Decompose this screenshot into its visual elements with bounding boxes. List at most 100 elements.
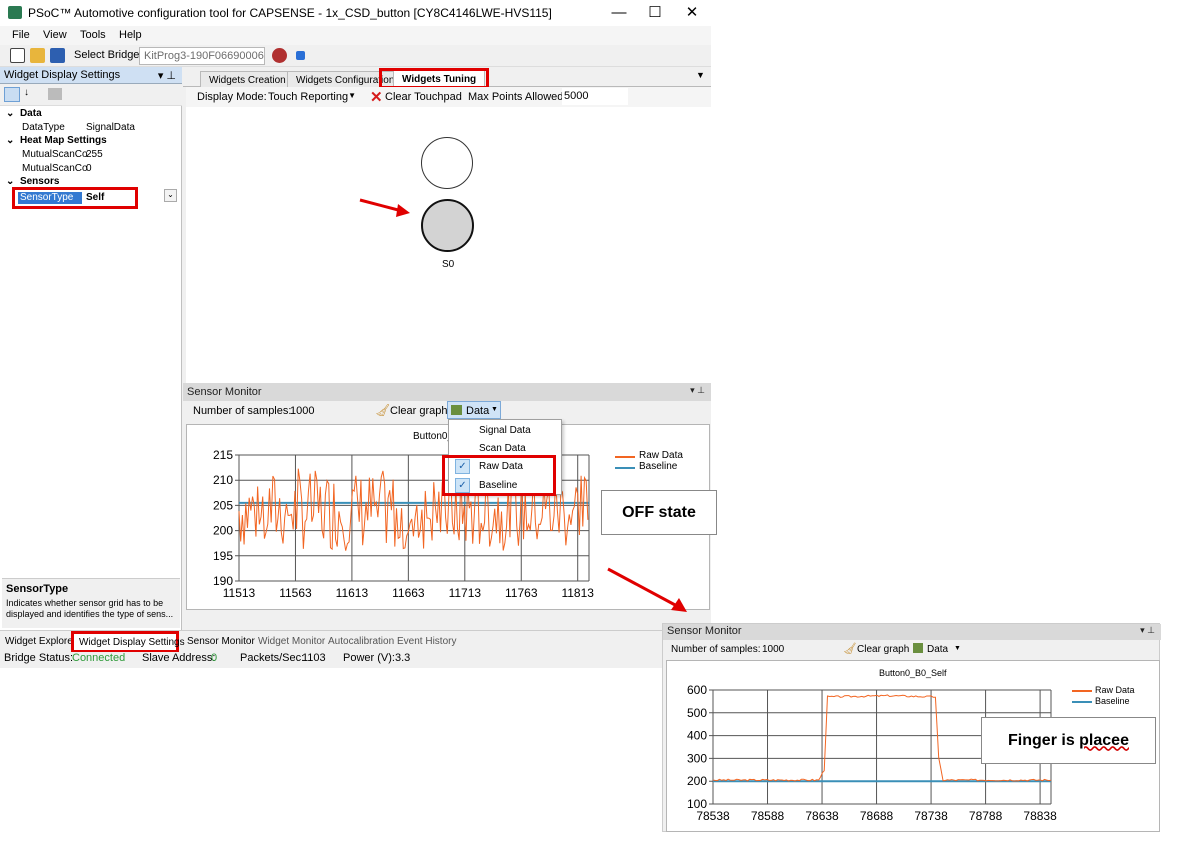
x-tick-label: 11663 — [392, 586, 425, 600]
x-tick-label: 78638 — [805, 809, 839, 823]
x-tick-label: 11813 — [561, 586, 594, 600]
bridge-select-value: KitProg3-190F066900062 — [144, 50, 265, 62]
panel-pin-icon[interactable]: ▾ ⊥ — [158, 69, 176, 82]
property-pages-icon[interactable] — [48, 88, 62, 100]
x-tick-label: 11763 — [505, 586, 538, 600]
clear-graph-button[interactable]: Clear graph — [857, 644, 909, 655]
off-state-callout: OFF state — [601, 490, 717, 535]
menu-bar: File View Tools Help — [0, 26, 711, 45]
x-tick-label: 78588 — [751, 809, 785, 823]
data-button-label: Data — [466, 405, 490, 417]
legend-raw-line — [1072, 690, 1092, 692]
chart-icon — [913, 643, 923, 653]
sensor-circle-outline — [421, 137, 473, 189]
broom-icon: 🧹︎ — [843, 643, 857, 655]
legend-raw-label: Raw Data — [639, 450, 683, 461]
samples-input[interactable]: 1000 — [762, 644, 784, 655]
menu-tools[interactable]: Tools — [80, 29, 106, 41]
samples-input[interactable]: 1000 — [290, 405, 314, 417]
samples-label: Number of samples: — [671, 644, 761, 655]
left-panel: Widget Display Settings ▾ ⊥ ↓ ⌄ Data Dat… — [0, 67, 182, 630]
clear-touchpad-button[interactable]: Clear Touchpad — [385, 91, 462, 103]
dropdown-arrow-icon[interactable]: ⌄ — [164, 189, 177, 202]
packets-value: 1103 — [302, 652, 326, 664]
category-sensors[interactable]: ⌄ Sensors — [6, 176, 59, 184]
dropdown-arrow-icon: ▼ — [348, 91, 356, 100]
x-tick-label: 11513 — [223, 586, 256, 600]
prop-value[interactable]: 255 — [86, 149, 103, 160]
x-tick-label: 78538 — [696, 809, 730, 823]
max-points-input[interactable]: 5000 — [562, 88, 628, 105]
y-tick-label: 195 — [213, 549, 233, 563]
stop-icon[interactable] — [296, 51, 305, 60]
display-mode-select[interactable]: Touch Reporting ▼ — [268, 88, 364, 105]
connect-icon[interactable] — [272, 48, 287, 63]
y-tick-label: 200 — [687, 774, 707, 788]
display-mode-value: Touch Reporting — [268, 91, 349, 103]
tab-widget-monitor[interactable]: Widget Monitor — [258, 636, 325, 647]
property-help: SensorType Indicates whether sensor grid… — [2, 578, 180, 628]
finger-placed-callout: Finger is placee — [981, 717, 1156, 764]
highlight-box — [442, 455, 556, 496]
clear-touchpad-icon: ✕ — [370, 89, 383, 106]
sensor-monitor-title: Sensor Monitor — [667, 625, 742, 637]
menu-help[interactable]: Help — [119, 29, 142, 41]
menu-view[interactable]: View — [43, 29, 67, 41]
prop-key: DataType — [22, 122, 65, 133]
maximize-button[interactable]: ☐ — [637, 2, 673, 24]
finger-callout-text: Finger is — [1008, 731, 1080, 749]
save-icon[interactable] — [50, 48, 65, 63]
tab-strip: Widgets Creation Widgets Configuration W… — [183, 67, 711, 89]
legend-raw-label: Raw Data — [1095, 685, 1135, 695]
open-folder-icon[interactable] — [30, 48, 45, 63]
prop-value[interactable]: 0 — [86, 163, 92, 174]
sensor-type-value[interactable]: Self — [86, 192, 104, 203]
tab-autocalibration[interactable]: Autocalibration — [328, 636, 394, 647]
menu-item-signal-data[interactable]: Signal Data — [449, 422, 561, 440]
legend-baseline-line — [1072, 701, 1092, 703]
dropdown-arrow-icon: ▼ — [491, 406, 498, 413]
x-tick-label: 78788 — [969, 809, 1003, 823]
new-project-icon[interactable] — [10, 48, 25, 63]
sort-alpha-icon[interactable]: ↓ — [24, 87, 38, 102]
tab-widget-display-settings[interactable]: Widget Display Settings — [79, 637, 185, 648]
help-text-line: Indicates whether sensor grid has to be — [6, 598, 164, 608]
y-tick-label: 200 — [213, 524, 233, 538]
tab-sensor-monitor[interactable]: Sensor Monitor — [187, 636, 255, 647]
category-heat-map[interactable]: ⌄ Heat Map Settings — [6, 135, 107, 146]
sensor-monitor-title: Sensor Monitor — [187, 386, 262, 398]
app-icon — [8, 6, 22, 19]
category-data[interactable]: ⌄ Data — [6, 108, 42, 119]
panel-pin-icon[interactable]: ▾ ⊥ — [690, 385, 705, 396]
tab-widget-explorer[interactable]: Widget Explorer — [5, 636, 76, 647]
x-tick-label: 11713 — [449, 586, 482, 600]
panel-pin-icon[interactable]: ▾ ⊥ — [1140, 625, 1155, 636]
slave-address-label: Slave Address: — [142, 652, 216, 664]
samples-label: Number of samples: — [193, 405, 292, 417]
finger-callout-misspelled: placee — [1079, 731, 1129, 749]
sensor-monitor-header: Sensor Monitor ▾ ⊥ — [183, 383, 711, 401]
prop-value[interactable]: SignalData — [86, 122, 135, 133]
minimize-button[interactable]: — — [601, 2, 637, 24]
property-toolbar: ↓ — [0, 84, 182, 106]
data-dropdown-button[interactable]: Data — [927, 644, 948, 655]
tab-event-history[interactable]: Event History — [397, 636, 456, 647]
data-dropdown-button[interactable]: Data ▼ — [447, 401, 501, 419]
categorized-icon[interactable] — [4, 87, 20, 102]
close-button[interactable]: ✕ — [674, 2, 710, 24]
sensor-button-s0[interactable] — [421, 199, 474, 252]
bottom-tab-strip: Widget Explorer Widget Display Settings … — [0, 630, 711, 653]
tab-menu-icon[interactable]: ▼ — [696, 70, 705, 80]
tuning-toolbar: Display Mode: Touch Reporting ▼ ✕ Clear … — [186, 87, 711, 107]
y-tick-label: 600 — [687, 683, 707, 697]
select-bridge-label: Select Bridge: — [74, 49, 143, 61]
highlight-box: Widget Display Settings — [71, 631, 185, 653]
y-tick-label: 210 — [213, 473, 233, 487]
bridge-status-label: Bridge Status: — [4, 652, 74, 664]
left-panel-header: Widget Display Settings ▾ ⊥ — [0, 67, 182, 84]
bridge-select[interactable]: KitProg3-190F066900062 — [139, 47, 265, 65]
clear-graph-button[interactable]: Clear graph — [390, 405, 447, 417]
arrow-annotation — [607, 567, 687, 612]
menu-file[interactable]: File — [12, 29, 30, 41]
y-tick-label: 300 — [687, 751, 707, 765]
